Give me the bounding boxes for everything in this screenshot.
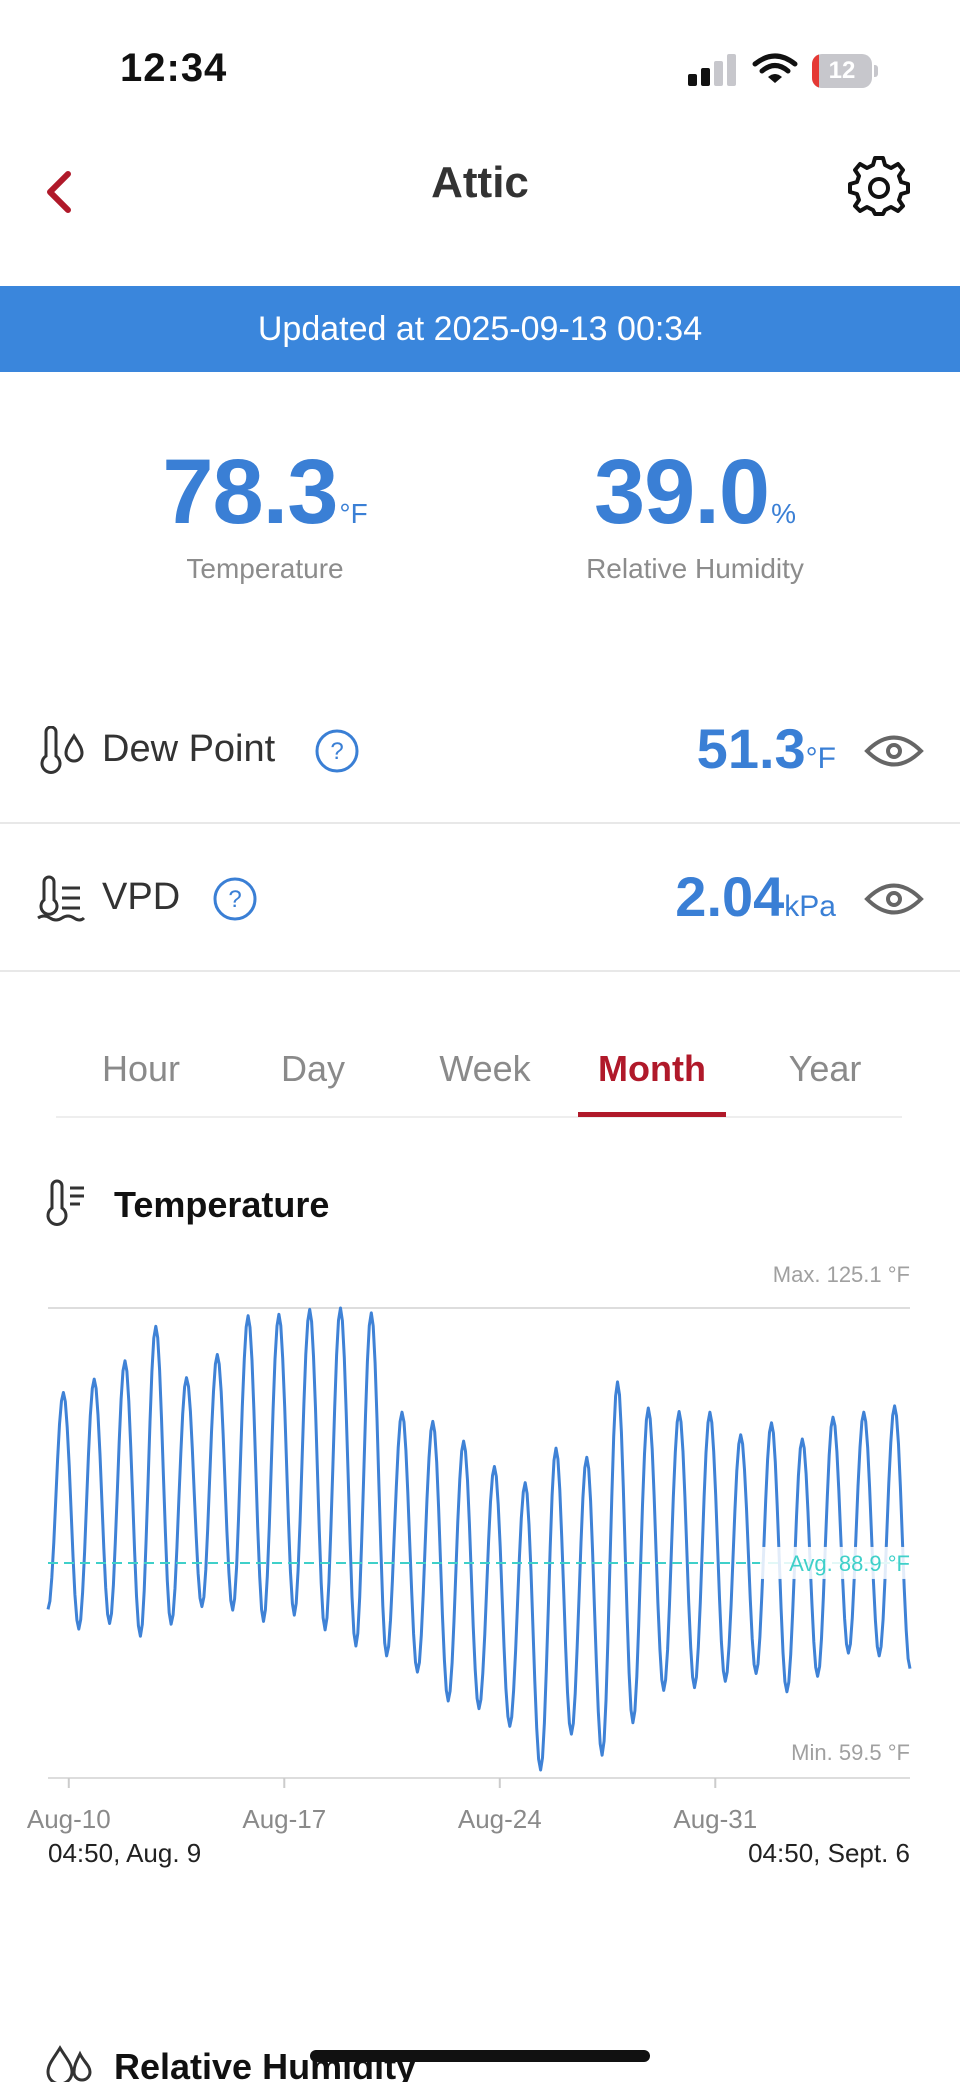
time-range-tabs: Hour Day Week Month Year <box>56 1030 902 1118</box>
svg-text:?: ? <box>228 886 241 913</box>
active-tab-indicator <box>578 1112 726 1117</box>
temperature-reading: 78.3°F Temperature <box>140 440 390 585</box>
chart-avg-label: Avg. 88.9 °F <box>789 1551 910 1576</box>
chart-start-time: 04:50, Aug. 9 <box>48 1838 202 1868</box>
svg-text:?: ? <box>330 738 343 765</box>
chart-x-tick-label: Aug-10 <box>27 1804 111 1834</box>
tab-week[interactable]: Week <box>400 1048 570 1090</box>
tab-day[interactable]: Day <box>228 1048 398 1090</box>
temperature-value: 78.3 <box>162 441 338 543</box>
home-indicator <box>310 2050 650 2062</box>
chart-end-time: 04:50, Sept. 6 <box>748 1838 910 1868</box>
thermometer-icon <box>46 1179 84 1226</box>
updated-banner: Updated at 2025-09-13 00:34 <box>0 286 960 372</box>
vpd-row: VPD ? 2.04kPa <box>0 826 960 972</box>
humidity-value: 39.0 <box>594 441 770 543</box>
settings-gear-icon[interactable] <box>848 154 910 216</box>
humidity-label: Relative Humidity <box>586 553 804 584</box>
temperature-chart-svg: Max. 125.1 °F Min. 59.5 °F Avg. 88.9 °F Aug… <box>27 1262 912 1834</box>
dew-point-value: 51.3°F <box>696 717 836 780</box>
battery-icon: 12 <box>812 54 878 88</box>
status-bar: 12:34 12 <box>0 0 960 140</box>
tab-hour[interactable]: Hour <box>56 1048 226 1090</box>
vpd-help-icon[interactable]: ? <box>212 876 258 922</box>
chart-x-tick-label: Aug-31 <box>673 1804 757 1834</box>
humidity-droplets-icon <box>46 2045 92 2082</box>
temperature-label: Temperature <box>186 553 344 584</box>
vpd-value: 2.04kPa <box>675 865 836 928</box>
humidity-unit: % <box>771 498 796 529</box>
chart-max-label: Max. 125.1 °F <box>773 1262 910 1287</box>
battery-level: 12 <box>828 57 856 84</box>
status-time: 12:34 <box>120 46 228 90</box>
vpd-visibility-eye-icon[interactable] <box>864 876 924 922</box>
temperature-unit: °F <box>339 498 368 529</box>
tab-month[interactable]: Month <box>567 1048 737 1090</box>
chart-min-label: Min. 59.5 °F <box>791 1740 910 1765</box>
dew-point-label: Dew Point <box>102 728 276 770</box>
temperature-chart: Max. 125.1 °F Min. 59.5 °F Avg. 88.9 °F Aug… <box>0 1240 960 1860</box>
vpd-label: VPD <box>102 876 181 918</box>
dew-point-visibility-eye-icon[interactable] <box>864 728 924 774</box>
temperature-series-line <box>46 1306 912 1772</box>
wifi-icon <box>752 53 798 83</box>
temperature-section-title: Temperature <box>114 1184 330 1225</box>
dew-point-row: Dew Point ? 51.3°F <box>0 678 960 824</box>
vpd-water-icon <box>37 875 86 922</box>
chart-x-tick-label: Aug-17 <box>242 1804 326 1834</box>
nav-bar: Attic <box>0 140 960 286</box>
tab-year[interactable]: Year <box>740 1048 910 1090</box>
cellular-signal-icon <box>688 54 738 86</box>
chart-x-tick-label: Aug-24 <box>458 1804 542 1834</box>
humidity-reading: 39.0% Relative Humidity <box>570 440 820 585</box>
page-title: Attic <box>431 158 529 207</box>
dew-point-help-icon[interactable]: ? <box>314 728 360 774</box>
thermometer-droplet-icon <box>40 726 84 774</box>
